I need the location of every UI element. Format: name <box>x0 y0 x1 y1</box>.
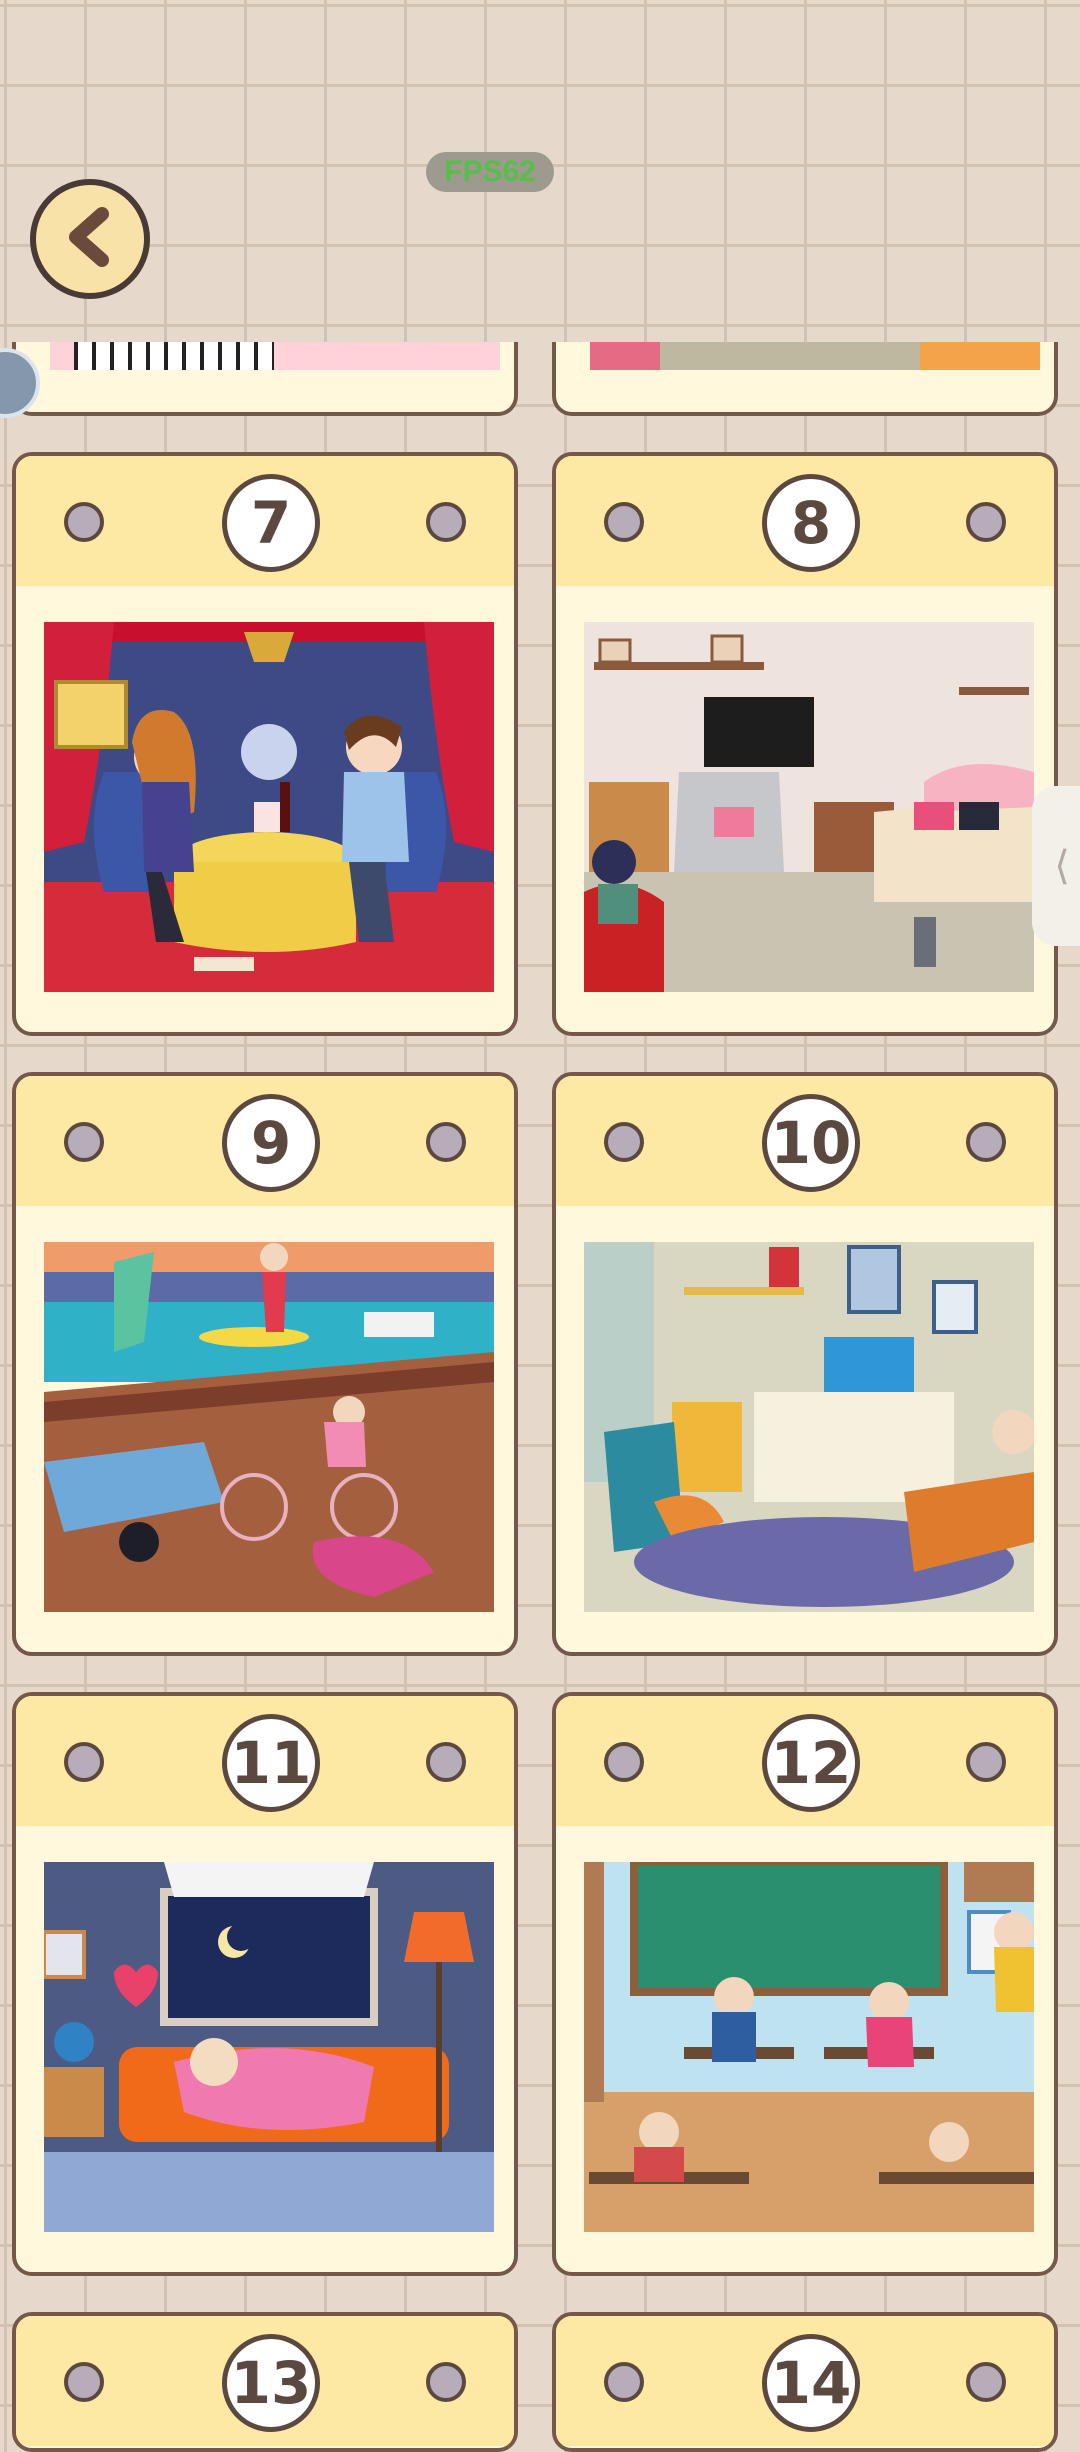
level-card-11[interactable]: 11 <box>12 1692 518 2276</box>
binder-hole <box>426 502 466 542</box>
level-card-8[interactable]: 8 <box>552 452 1058 1036</box>
side-drawer-tab[interactable]: ⟨ <box>1032 786 1080 946</box>
binder-hole <box>426 2362 466 2402</box>
binder-hole <box>426 1742 466 1782</box>
level-number-badge: 9 <box>222 1094 320 1192</box>
binder-hole <box>64 2362 104 2402</box>
binder-hole <box>966 1122 1006 1162</box>
level-card-10[interactable]: 10 <box>552 1072 1058 1656</box>
binder-hole <box>604 2362 644 2402</box>
binder-hole <box>966 502 1006 542</box>
level-card-12[interactable]: 12 <box>552 1692 1058 2276</box>
level-number-badge: 7 <box>222 474 320 572</box>
level-card-13[interactable]: 13 <box>12 2312 518 2452</box>
binder-hole <box>426 1122 466 1162</box>
level-grid: 7 8 9 10 11 12 13 14 <box>0 0 1080 2452</box>
chevron-left-icon <box>62 206 118 273</box>
binder-hole <box>604 502 644 542</box>
fps-counter: FPS62 <box>426 152 554 192</box>
level-thumbnail <box>44 1242 494 1612</box>
level-number-badge: 12 <box>762 1714 860 1812</box>
level-thumbnail <box>590 340 1040 370</box>
level-card-9[interactable]: 9 <box>12 1072 518 1656</box>
level-card-7[interactable]: 7 <box>12 452 518 1036</box>
level-thumbnail <box>50 340 500 370</box>
level-number-badge: 11 <box>222 1714 320 1812</box>
chevron-left-icon: ⟨ <box>1054 844 1070 888</box>
level-thumbnail <box>584 622 1034 992</box>
level-number-badge: 13 <box>222 2334 320 2432</box>
back-button[interactable] <box>30 179 150 299</box>
binder-hole <box>604 1742 644 1782</box>
binder-hole <box>966 1742 1006 1782</box>
binder-hole <box>64 1742 104 1782</box>
binder-hole <box>604 1122 644 1162</box>
binder-hole <box>64 502 104 542</box>
level-number-badge: 10 <box>762 1094 860 1192</box>
level-number-badge: 14 <box>762 2334 860 2432</box>
level-thumbnail <box>584 1862 1034 2232</box>
level-thumbnail <box>584 1242 1034 1612</box>
level-card-14[interactable]: 14 <box>552 2312 1058 2452</box>
binder-hole <box>64 1122 104 1162</box>
level-number-badge: 8 <box>762 474 860 572</box>
top-bar: FPS62 <box>0 0 1080 342</box>
binder-hole <box>966 2362 1006 2402</box>
level-thumbnail <box>44 622 494 992</box>
level-thumbnail <box>44 1862 494 2232</box>
